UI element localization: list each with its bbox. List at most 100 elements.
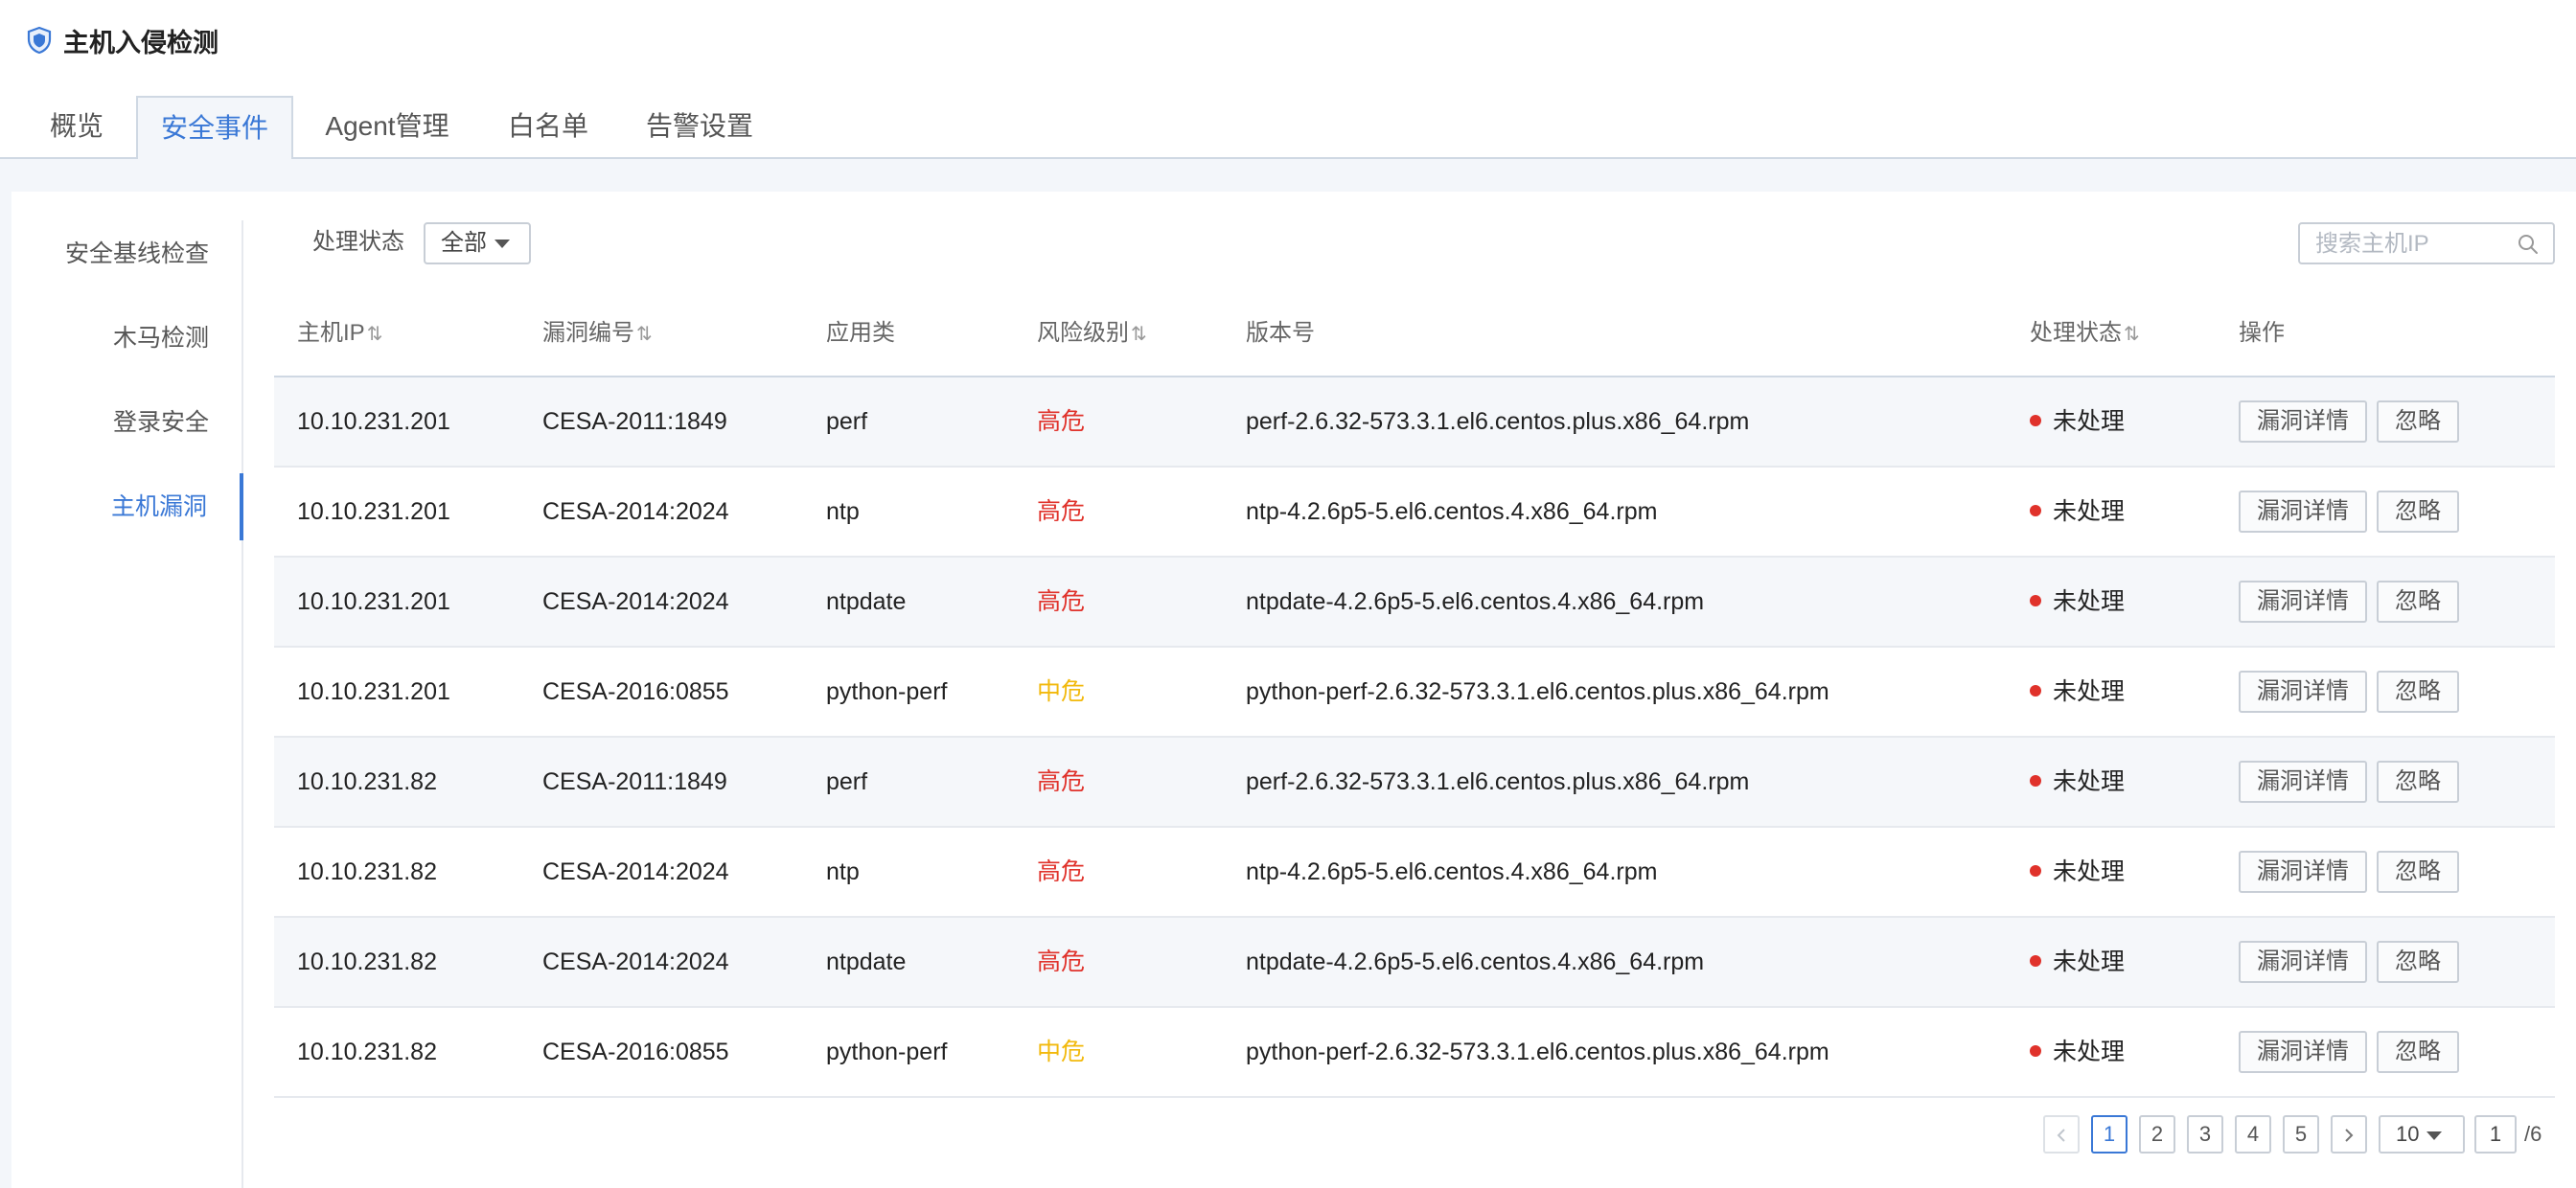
page-button-5[interactable]: 5 [2283,1115,2319,1154]
status-text: 未处理 [2053,498,2126,525]
header-risk[interactable]: 风险级别 ⇅ [1037,297,1147,371]
tab-alert-settings[interactable]: 告警设置 [632,96,767,159]
search-icon[interactable] [2517,233,2540,256]
vuln-detail-button[interactable]: 漏洞详情 [2239,941,2367,983]
sort-icon[interactable]: ⇅ [636,324,653,345]
cell-status: 未处理 [2030,468,2125,556]
cell-vuln-id: CESA-2014:2024 [542,498,729,525]
table-row: 10.10.231.201 CESA-2011:1849 perf 高危 perf-2.… [274,377,2555,468]
cell-status: 未处理 [2030,918,2125,1006]
status-text: 未处理 [2053,1039,2126,1065]
app-header: 主机入侵检测 [0,0,2576,80]
caret-down-icon [2426,1131,2443,1140]
cell-version: ntp-4.2.6p5-5.el6.centos.4.x86_64.rpm [1246,858,1658,885]
prev-page-button[interactable] [2043,1115,2080,1154]
page-button-2[interactable]: 2 [2139,1115,2175,1154]
cell-vuln-id: CESA-2014:2024 [542,948,729,975]
table-row: 10.10.231.82 CESA-2014:2024 ntp 高危 ntp-4.2.6… [274,828,2555,918]
header-ip[interactable]: 主机IP ⇅ [297,297,382,371]
next-page-button[interactable] [2331,1115,2367,1154]
page-jump-input[interactable]: 1 [2474,1115,2517,1154]
cell-app: python-perf [826,1039,948,1065]
status-text: 未处理 [2053,768,2126,795]
sort-icon[interactable]: ⇅ [2124,324,2140,345]
page-button-4[interactable]: 4 [2235,1115,2271,1154]
vuln-detail-button[interactable]: 漏洞详情 [2239,400,2367,443]
vuln-detail-button[interactable]: 漏洞详情 [2239,761,2367,803]
table-row: 10.10.231.82 CESA-2016:0855 python-perf 中危 p… [274,1008,2555,1098]
cell-app: ntpdate [826,948,907,975]
vuln-detail-button[interactable]: 漏洞详情 [2239,491,2367,533]
cell-risk: 中危 [1037,1039,1086,1065]
header-status[interactable]: 处理状态 ⇅ [2030,297,2140,371]
vuln-detail-button[interactable]: 漏洞详情 [2239,671,2367,713]
ignore-button[interactable]: 忽略 [2377,761,2459,803]
cell-risk: 高危 [1037,408,1086,435]
shield-icon [27,26,52,55]
side-item-host-vulnerability[interactable]: 主机漏洞 [12,473,243,540]
tab-overview[interactable]: 概览 [27,96,126,159]
cell-ip: 10.10.231.201 [297,678,450,705]
search-input[interactable] [2315,230,2507,259]
status-text: 未处理 [2053,948,2126,975]
ignore-button[interactable]: 忽略 [2377,581,2459,623]
sort-icon[interactable]: ⇅ [367,324,383,345]
page-button-1[interactable]: 1 [2091,1115,2128,1154]
status-text: 未处理 [2053,678,2126,705]
sort-icon[interactable]: ⇅ [1131,324,1147,345]
cell-risk: 高危 [1037,498,1086,525]
header-vuln-id-label: 漏洞编号 [542,320,634,346]
table-row: 10.10.231.201 CESA-2016:0855 python-perf 中危… [274,648,2555,738]
header-app: 应用类 [826,320,895,346]
ignore-button[interactable]: 忽略 [2377,400,2459,443]
page-button-3[interactable]: 3 [2187,1115,2223,1154]
cell-ip: 10.10.231.82 [297,1039,437,1065]
cell-vuln-id: CESA-2016:0855 [542,1039,729,1065]
ignore-button[interactable]: 忽略 [2377,671,2459,713]
table-row: 10.10.231.201 CESA-2014:2024 ntpdate 高危 ntpd… [274,558,2555,648]
status-dot-icon [2030,865,2041,878]
page-total: /6 [2524,1122,2542,1146]
ignore-button[interactable]: 忽略 [2377,1031,2459,1073]
vulnerability-table: 主机IP ⇅ 漏洞编号 ⇅ 应用类 风险级别 ⇅ 版本号 处理状态 ⇅ 操作 10.10… [274,297,2555,1098]
cell-vuln-id: CESA-2016:0855 [542,678,729,705]
search-box [2298,222,2555,264]
table-row: 10.10.231.82 CESA-2011:1849 perf 高危 perf-2.6… [274,738,2555,828]
cell-app: python-perf [826,678,948,705]
status-dot-icon [2030,955,2041,968]
cell-ip: 10.10.231.82 [297,858,437,885]
table-header: 主机IP ⇅ 漏洞编号 ⇅ 应用类 风险级别 ⇅ 版本号 处理状态 ⇅ 操作 [274,297,2555,377]
cell-risk: 高危 [1037,768,1086,795]
ignore-button[interactable]: 忽略 [2377,491,2459,533]
tab-agent-management[interactable]: Agent管理 [310,96,464,159]
vuln-detail-button[interactable]: 漏洞详情 [2239,1031,2367,1073]
page-size-select[interactable]: 10 [2379,1115,2465,1154]
chevron-left-icon [2057,1129,2065,1142]
table-row: 10.10.231.82 CESA-2014:2024 ntpdate 高危 ntpda… [274,918,2555,1008]
vuln-detail-button[interactable]: 漏洞详情 [2239,581,2367,623]
cell-risk: 高危 [1037,588,1086,615]
cell-version: ntp-4.2.6p5-5.el6.centos.4.x86_64.rpm [1246,498,1658,525]
tab-security-events[interactable]: 安全事件 [136,96,293,161]
ignore-button[interactable]: 忽略 [2377,941,2459,983]
page-size-value: 10 [2396,1122,2420,1146]
side-item-login-security[interactable]: 登录安全 [10,389,242,456]
cell-status: 未处理 [2030,558,2125,646]
table-row: 10.10.231.201 CESA-2014:2024 ntp 高危 ntp-4.2.… [274,468,2555,558]
side-item-trojan-detection[interactable]: 木马检测 [10,305,242,372]
vuln-detail-button[interactable]: 漏洞详情 [2239,851,2367,893]
ignore-button[interactable]: 忽略 [2377,851,2459,893]
table-body: 10.10.231.201 CESA-2011:1849 perf 高危 perf-2.… [274,377,2555,1098]
cell-version: ntpdate-4.2.6p5-5.el6.centos.4.x86_64.rp… [1246,588,1705,615]
status-text: 未处理 [2053,588,2126,615]
status-filter-select[interactable]: 全部 [424,222,531,264]
cell-vuln-id: CESA-2011:1849 [542,408,727,435]
header-vuln-id[interactable]: 漏洞编号 ⇅ [542,297,653,371]
cell-status: 未处理 [2030,738,2125,826]
cell-ip: 10.10.231.82 [297,948,437,975]
tab-whitelist[interactable]: 白名单 [493,96,604,159]
page-title: 主机入侵检测 [63,28,218,57]
header-ip-label: 主机IP [297,320,365,346]
cell-app: ntp [826,498,860,525]
side-item-baseline-check[interactable]: 安全基线检查 [10,220,242,287]
